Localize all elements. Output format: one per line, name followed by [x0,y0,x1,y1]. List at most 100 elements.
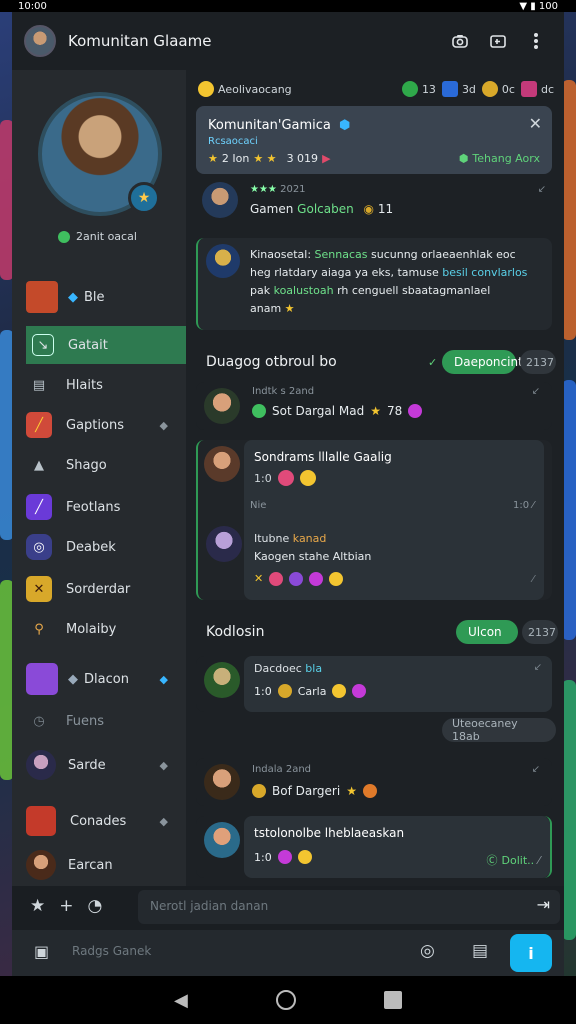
message-row: ★★★ 2021 Gamen Golcaben ◉ 11 ↙ [202,182,552,222]
target-icon[interactable]: ◎ [420,941,435,961]
sidebar-item-molaiby[interactable]: ⚲ Molaiby [26,610,186,648]
sidebar-item-conades[interactable]: Conades ◆ [26,802,186,840]
emoji-icon [277,684,292,698]
message-highlight: koalustoah [273,284,334,297]
member-avatar[interactable] [206,526,242,562]
member-avatar[interactable] [204,822,240,858]
thread-reply-reactions: ✕ [254,572,344,586]
star-icon: ★ [208,152,218,165]
message-input[interactable]: Nerotl jadian danan [150,899,268,913]
send-arrow-icon[interactable]: ⇥ [537,895,550,914]
magnifier-icon: ⚲ [34,621,44,637]
emoji-icon [269,572,284,586]
sidebar-item-dlacon[interactable]: ◆ Dlacon ◆ [26,660,186,698]
thread-meta-count: 1:0 [513,500,530,511]
message-line: Kinaosetal: Sennacas sucunng orlaeaenhla… [250,246,546,264]
message-text: sucunng orlaeaenhlak eoc [371,248,516,261]
clock-icon: ◷ [33,713,45,729]
history-icon[interactable]: ◔ [88,896,103,916]
badge-chip[interactable]: 13 [401,81,436,97]
clipboard-icon[interactable]: ▣ [34,942,49,961]
activity-chip[interactable]: Aeolivaocang [198,81,292,97]
system-nav-bar: ◀ [0,976,576,1024]
sticker-icon[interactable]: ★ [30,896,45,916]
back-icon[interactable]: ◀ [174,990,188,1011]
indicator-icon: ◆ [159,758,168,772]
video-call-icon[interactable] [482,25,514,57]
info-button[interactable]: i [510,934,552,972]
diamond-icon: ◆ [68,289,78,305]
emoji-icon [289,572,304,586]
sidebar-item-sarde[interactable]: Sarde ◆ [26,746,186,784]
member-highlight: kanad [292,532,327,545]
group-card[interactable]: Komunitan'Gamica ⬢ Rcsaocaci ★ 2 Ion ★ ★… [196,106,552,174]
member-avatar[interactable] [204,764,240,800]
group-card-title-row: Komunitan'Gamica ⬢ [208,118,350,133]
sidebar-item-sorderdar[interactable]: ✕ Sorderdar [26,570,186,608]
member-avatar[interactable] [206,244,240,278]
profile-status-text: 2anit oacal [76,230,137,243]
member-name: Itubne [254,532,290,545]
status-icons: ▼ ▮ 100 [519,0,558,12]
search-field[interactable]: Radgs Ganek [72,944,151,958]
sidebar-item-shago[interactable]: ▲ Shago [26,446,186,484]
profile-status: 2anit oacal [58,230,137,243]
message-body: Kinaosetal: Sennacas sucunng orlaeaenhla… [250,246,546,318]
thread-meta-right: 1:0 ⁄ [513,500,534,511]
check-icon: ⁄ [532,574,534,585]
member-avatar[interactable] [204,446,240,482]
badge-count: 3d [461,82,476,96]
badge-chip[interactable]: 3d [441,81,476,97]
more-menu-icon[interactable] [520,25,552,57]
sidebar-item-ble[interactable]: ◆ Ble [26,278,186,316]
status-bar: 10:00 ▼ ▮ 100 [0,0,576,12]
read-check-icon: ✓ [428,356,438,369]
box-icon[interactable]: ▤ [472,941,488,961]
close-icon[interactable]: ✕ [529,114,542,133]
sidebar-item-feotlans[interactable]: ╱ Feotlans [26,488,186,526]
sidebar-item-deabek[interactable]: ◎ Deabek [26,528,186,566]
reply-icon[interactable]: ↙ [538,184,546,195]
sidebar-item-fuens[interactable]: ◷ Fuens [26,702,186,740]
emoji-icon [299,470,316,486]
sidebar-item-hlaits[interactable]: ▤ Hlaits [26,366,186,404]
indicator-icon: ◆ [159,672,168,686]
thread-reply-text: Kaogen stahe Altbian [254,550,372,563]
recents-icon[interactable] [383,991,402,1009]
sidebar-item-label: Gatait [68,337,108,353]
badge-chip[interactable]: dc [520,81,554,97]
message-meta: Dacdoec bla [254,662,322,675]
message-input-box[interactable]: Nerotl jadian danan ⇥ [138,890,560,924]
group-card-stats: ★ 2 Ion ★ ★ 3 019 ▶ [208,152,331,165]
reply-icon[interactable]: ↙ [532,764,540,775]
reply-icon[interactable]: ↙ [534,662,542,673]
outgoing-bubble-text: Daeponcint [454,355,523,369]
message-line: pak koalustoah rh cenguell sbaatagmanlae… [250,282,546,300]
sidebar-item-earcan[interactable]: Earcan [26,846,186,884]
message-text-main: Sot Dargal Mad [272,404,365,418]
badge-count: 0c [501,82,515,96]
thread-meta: Nie [250,500,267,511]
home-icon[interactable] [275,990,296,1010]
member-avatar[interactable] [202,182,238,218]
sidebar-item-gatait[interactable]: ↘ Gatait [26,326,186,364]
member-avatar[interactable] [204,388,240,424]
message-highlight: Golcaben [297,202,354,216]
camera-icon[interactable] [444,25,476,57]
sidebar-item-gaptions[interactable]: ╱ Gaptions ◆ [26,406,186,444]
group-avatar[interactable] [24,25,56,57]
time-label: 2137 [528,625,556,639]
add-icon[interactable]: + [59,896,73,916]
outgoing-bubble[interactable]: Ulcon [456,620,518,644]
time-label: Uteoecaney 18ab [452,717,518,743]
outgoing-bubble[interactable]: Daeponcint [442,350,523,374]
member-avatar[interactable] [204,662,240,698]
sidebar-item-label: Earcan [68,857,113,873]
shield-check-icon: ⬢ [458,152,469,165]
badge-chip[interactable]: 0c [481,81,515,97]
emoji-icon [332,684,347,698]
reply-icon[interactable]: ↙ [532,386,540,397]
message-text: pak [250,284,271,297]
message-card: tstolonolbe lheblaeaskan 1:0 Ⓒ Dolit.. ⁄ [196,816,552,878]
thread-reply-name: Itubne kanad [254,532,326,545]
